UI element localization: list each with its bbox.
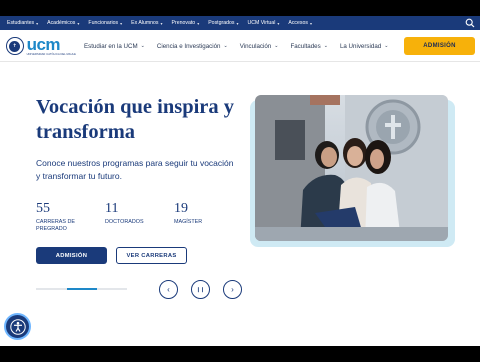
chevron-down-icon: ▾ [36,20,39,26]
topbar-link-ex-alumnos[interactable]: Ex Alumnos ▾ [131,20,162,26]
logo-text: ucm [26,34,61,54]
pause-icon: ❙❙ [196,286,205,293]
chevron-down-icon: ▾ [309,20,312,26]
ver-carreras-button[interactable]: VER CARRERAS [116,247,187,264]
chevron-down-icon: ⌄ [384,43,389,49]
chevron-down-icon: ▾ [236,20,239,26]
ucm-logo[interactable]: ✝ ucm UNIVERSIDAD CATÓLICA DEL MAULE [6,35,76,57]
admision-header-button[interactable]: ADMISIÓN [404,37,475,55]
hero-section: Vocación que inspira y transforma Conoce… [0,62,480,346]
top-utility-bar: Estudiantes ▾ Académicos ▾ Funcionarios ▾ E… [0,16,480,30]
topbar-link-accesos[interactable]: Accesos ▾ [288,20,312,26]
accessibility-icon [9,318,26,335]
topbar-link-prenovato[interactable]: Prenovato ▾ [172,20,200,26]
chevron-down-icon: ⌄ [323,43,328,49]
arrow-left-icon: ‹ [167,285,170,294]
students-photo-illustration [255,95,448,241]
chevron-down-icon: ⌄ [140,43,145,49]
nav-item-la-universidad[interactable]: La Universidad ⌄ [340,43,388,50]
carousel-progress [36,288,127,290]
admision-button[interactable]: ADMISIÓN [36,247,107,264]
seal-icon: ✝ [6,37,24,55]
stat-magister: 19 MAGÍSTER [174,200,243,233]
chevron-down-icon: ▾ [197,20,200,26]
nav-item-ciencia[interactable]: Ciencia e Investigación ⌄ [157,43,228,50]
stat-number: 55 [36,201,50,216]
stats-row: 55 CARRERAS DE PREGRADO 11 DOCTORADOS 19… [36,200,243,233]
nav-item-vinculacion[interactable]: Vinculación ⌄ [240,43,279,50]
stat-label: CARRERAS DE PREGRADO [36,219,75,232]
stat-carreras: 55 CARRERAS DE PREGRADO [36,200,105,233]
stat-number: 19 [174,201,188,216]
logo-subtitle: UNIVERSIDAD CATÓLICA DEL MAULE [26,52,76,56]
hero-photo [255,95,448,241]
nav-item-estudiar[interactable]: Estudiar en la UCM ⌄ [84,43,145,50]
chevron-down-icon: ▾ [160,20,163,26]
topbar-link-academicos[interactable]: Académicos ▾ [47,20,79,26]
chevron-down-icon: ⌄ [274,43,279,49]
pause-button[interactable]: ❙❙ [191,280,210,299]
stat-doctorados: 11 DOCTORADOS [105,200,174,233]
stat-number: 11 [105,201,119,216]
nav-item-facultades[interactable]: Facultades ⌄ [290,43,327,50]
topbar-link-estudiantes[interactable]: Estudiantes ▾ [7,20,38,26]
carousel-progress-fill [67,288,97,290]
topbar-link-postgrados[interactable]: Postgrados ▾ [208,20,238,26]
chevron-down-icon: ▾ [77,20,80,26]
prev-slide-button[interactable]: ‹ [159,280,178,299]
hero-title: Vocación que inspira y transforma [36,96,235,143]
search-icon[interactable] [465,18,475,28]
accessibility-button[interactable] [4,313,31,340]
main-navigation: ✝ ucm UNIVERSIDAD CATÓLICA DEL MAULE Est… [0,30,480,62]
topbar-link-ucm-virtual[interactable]: UCM Virtual ▾ [247,20,279,26]
chevron-down-icon: ▾ [277,20,280,26]
arrow-right-icon: › [231,285,234,294]
chevron-down-icon: ▾ [120,20,123,26]
stat-label: DOCTORADOS [105,219,144,225]
chevron-down-icon: ⌄ [223,43,228,49]
topbar-link-funcionarios[interactable]: Funcionarios ▾ [88,20,122,26]
stat-label: MAGÍSTER [174,219,203,225]
next-slide-button[interactable]: › [223,280,242,299]
hero-lead: Conoce nuestros programas para seguir tu… [36,158,234,181]
